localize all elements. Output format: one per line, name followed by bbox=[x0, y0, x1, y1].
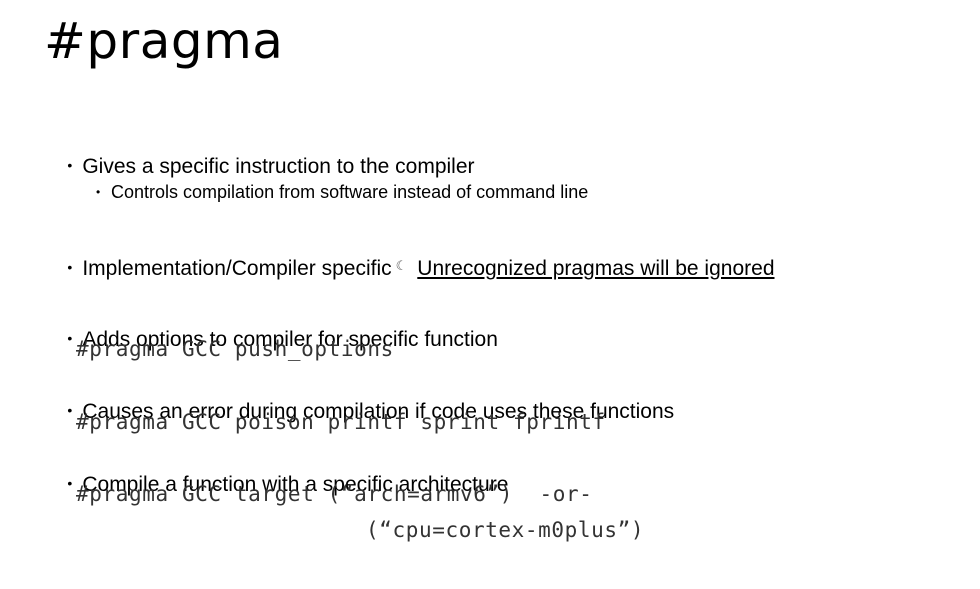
bullet-item: • Implementation/Compiler specific ☾ Unreco… bbox=[44, 227, 775, 308]
arrow-icon: ☾ bbox=[395, 258, 408, 273]
sub-bullet-item: • Controls compilation from software inst… bbox=[76, 156, 588, 228]
slide-title: #pragma bbox=[44, 12, 284, 70]
bullet-dot: • bbox=[67, 259, 73, 275]
code-line: #pragma GCC push_options bbox=[76, 337, 394, 361]
bullet-dot: • bbox=[96, 185, 101, 199]
bullet-text: Controls compilation from software inste… bbox=[111, 182, 589, 202]
emphasis-text: Unrecognized pragmas will be ignored bbox=[417, 257, 775, 280]
slide: #pragma • Gives a specific instruction to… bbox=[0, 0, 980, 589]
code-line: #pragma GCC target (“arch=armv6”) -or- bbox=[76, 482, 593, 506]
bullet-text: Implementation/Compiler specific bbox=[82, 257, 392, 280]
code-line: #pragma GCC poison printf sprint fprintf bbox=[76, 410, 606, 434]
code-line: (“cpu=cortex-m0plus”) bbox=[366, 518, 645, 542]
